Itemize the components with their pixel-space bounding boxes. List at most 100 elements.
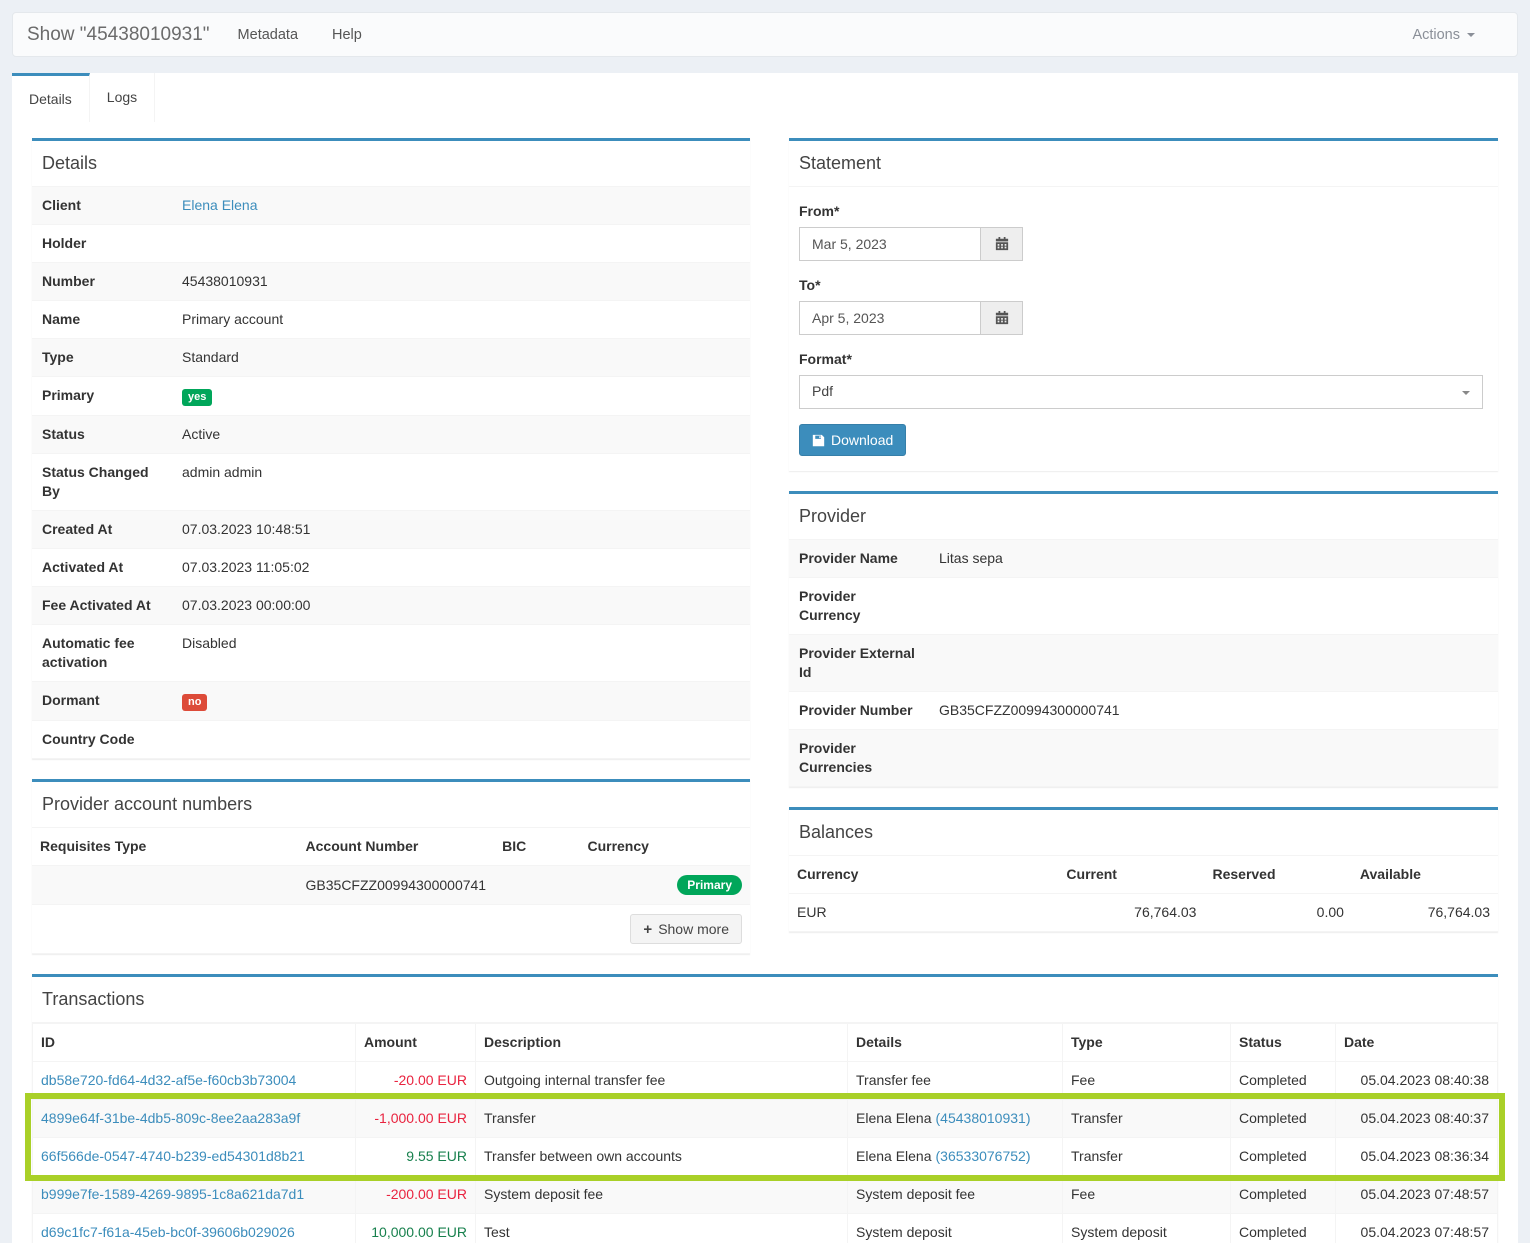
transaction-amount: -200.00 EUR [356, 1176, 476, 1214]
transaction-id-link[interactable]: b999e7fe-1589-4269-9895-1c8a621da7d1 [41, 1186, 304, 1202]
provider-table: Provider Name Litas sepa Provider Curren… [789, 540, 1498, 787]
transaction-amount: -20.00 EUR [356, 1062, 476, 1100]
detail-label: Type [32, 339, 172, 377]
nav-link-help[interactable]: Help [332, 27, 362, 43]
detail-label: Number [32, 263, 172, 301]
detail-row: Holder [32, 225, 750, 263]
provider-label: Provider Currency [789, 578, 929, 635]
transaction-description: System deposit fee [476, 1176, 848, 1214]
column-type: Type [1063, 1024, 1231, 1062]
chevron-down-icon [1467, 33, 1475, 37]
provider-row: Provider Currencies [789, 730, 1498, 787]
transaction-status: Completed [1231, 1176, 1336, 1214]
detail-value-cell: no [172, 682, 750, 721]
provider-value-cell [929, 730, 1498, 787]
calendar-icon [995, 311, 1009, 325]
calendar-icon [995, 237, 1009, 251]
detail-row: Dormant no [32, 682, 750, 721]
transaction-details-text: Transfer fee [856, 1072, 931, 1088]
transaction-row: 66f566de-0547-4740-b239-ed54301d8b21 9.5… [33, 1138, 1498, 1176]
detail-row: Primary yes [32, 377, 750, 416]
transaction-id-link[interactable]: db58e720-fd64-4d32-af5e-f60cb3b73004 [41, 1072, 296, 1088]
status-badge: no [182, 694, 207, 711]
format-select[interactable]: Pdf [799, 375, 1483, 409]
transaction-type: Transfer [1063, 1138, 1231, 1176]
column-status: Status [1231, 1024, 1336, 1062]
transaction-details: System deposit [848, 1214, 1063, 1243]
detail-label: Name [32, 301, 172, 339]
detail-label: Status Changed By [32, 454, 172, 511]
transaction-row: db58e720-fd64-4d32-af5e-f60cb3b73004 -20… [33, 1062, 1498, 1100]
download-button[interactable]: Download [799, 424, 906, 456]
tab-logs[interactable]: Logs [90, 73, 155, 122]
provider-panel-title: Provider [789, 494, 1498, 540]
provider-account-numbers-table: Requisites Type Account Number BIC Curre… [32, 828, 750, 954]
detail-value: admin admin [182, 464, 262, 480]
transaction-type: Transfer [1063, 1100, 1231, 1138]
show-more-row: + Show more [32, 905, 750, 954]
transaction-description: Test [476, 1214, 848, 1243]
detail-row: Name Primary account [32, 301, 750, 339]
column-requisites-type: Requisites Type [32, 828, 298, 866]
column-date: Date [1336, 1024, 1498, 1062]
select-caret-icon [1462, 391, 1470, 395]
account-number-cell: GB35CFZZ00994300000741 [298, 866, 495, 905]
detail-value-cell [172, 721, 750, 759]
from-calendar-addon[interactable] [981, 227, 1023, 261]
transaction-date: 05.04.2023 08:40:38 [1336, 1062, 1498, 1100]
detail-label: Client [32, 187, 172, 225]
to-date-input[interactable] [799, 301, 981, 335]
provider-account-row: GB35CFZZ00994300000741 Primary [32, 866, 750, 905]
column-available: Available [1352, 856, 1498, 894]
nav-link-metadata[interactable]: Metadata [238, 27, 298, 43]
transaction-id-link[interactable]: 66f566de-0547-4740-b239-ed54301d8b21 [41, 1148, 305, 1164]
transaction-details-text: System deposit [856, 1224, 952, 1240]
column-account-number: Account Number [298, 828, 495, 866]
transaction-id-link[interactable]: d69c1fc7-f61a-45eb-bc0f-39606b029026 [41, 1224, 295, 1240]
detail-value-cell: Elena Elena [172, 187, 750, 225]
provider-row: Provider External Id [789, 635, 1498, 692]
to-calendar-addon[interactable] [981, 301, 1023, 335]
column-amount: Amount [356, 1024, 476, 1062]
detail-value: 07.03.2023 00:00:00 [182, 597, 310, 613]
provider-panel: Provider Provider Name Litas sepa [789, 491, 1498, 787]
transaction-id-link[interactable]: 4899e64f-31be-4db5-809c-8ee2aa283a9f [41, 1110, 300, 1126]
transaction-details-account-link[interactable]: (36533076752) [936, 1148, 1031, 1164]
provider-label: Provider External Id [789, 635, 929, 692]
detail-label: Country Code [32, 721, 172, 759]
primary-badge: Primary [677, 875, 742, 895]
transaction-details: Elena Elena(36533076752) [848, 1138, 1063, 1176]
requisites-type-cell [32, 866, 298, 905]
actions-dropdown-button[interactable]: Actions [1412, 27, 1503, 43]
tab-details[interactable]: Details [12, 73, 90, 122]
column-currency: Currency [789, 856, 1058, 894]
detail-row: Created At 07.03.2023 10:48:51 [32, 511, 750, 549]
transaction-status: Completed [1231, 1100, 1336, 1138]
detail-row: Fee Activated At 07.03.2023 00:00:00 [32, 587, 750, 625]
from-date-input[interactable] [799, 227, 981, 261]
client-link[interactable]: Elena Elena [182, 197, 258, 213]
detail-value: Primary account [182, 311, 283, 327]
transaction-row: d69c1fc7-f61a-45eb-bc0f-39606b029026 10,… [33, 1214, 1498, 1243]
status-badge: yes [182, 389, 212, 406]
statement-panel-title: Statement [789, 141, 1498, 187]
transaction-description: Outgoing internal transfer fee [476, 1062, 848, 1100]
provider-value: Litas sepa [939, 550, 1003, 566]
balances-panel-title: Balances [789, 810, 1498, 856]
transactions-table: ID Amount Description Details Type Statu… [32, 1023, 1498, 1243]
detail-row: Activated At 07.03.2023 11:05:02 [32, 549, 750, 587]
bic-cell [494, 866, 579, 905]
detail-value-cell: yes [172, 377, 750, 416]
detail-label: Status [32, 416, 172, 454]
transaction-details-account-link[interactable]: (45438010931) [936, 1110, 1031, 1126]
transaction-date: 05.04.2023 07:48:57 [1336, 1214, 1498, 1243]
provider-value-cell [929, 635, 1498, 692]
transaction-amount: 10,000.00 EUR [356, 1214, 476, 1243]
provider-label: Provider Currencies [789, 730, 929, 787]
detail-value-cell: Primary account [172, 301, 750, 339]
transaction-status: Completed [1231, 1214, 1336, 1243]
balance-reserved: 0.00 [1204, 894, 1351, 932]
balance-currency: EUR [789, 894, 1058, 932]
transaction-type: Fee [1063, 1062, 1231, 1100]
show-more-button[interactable]: + Show more [630, 914, 742, 944]
